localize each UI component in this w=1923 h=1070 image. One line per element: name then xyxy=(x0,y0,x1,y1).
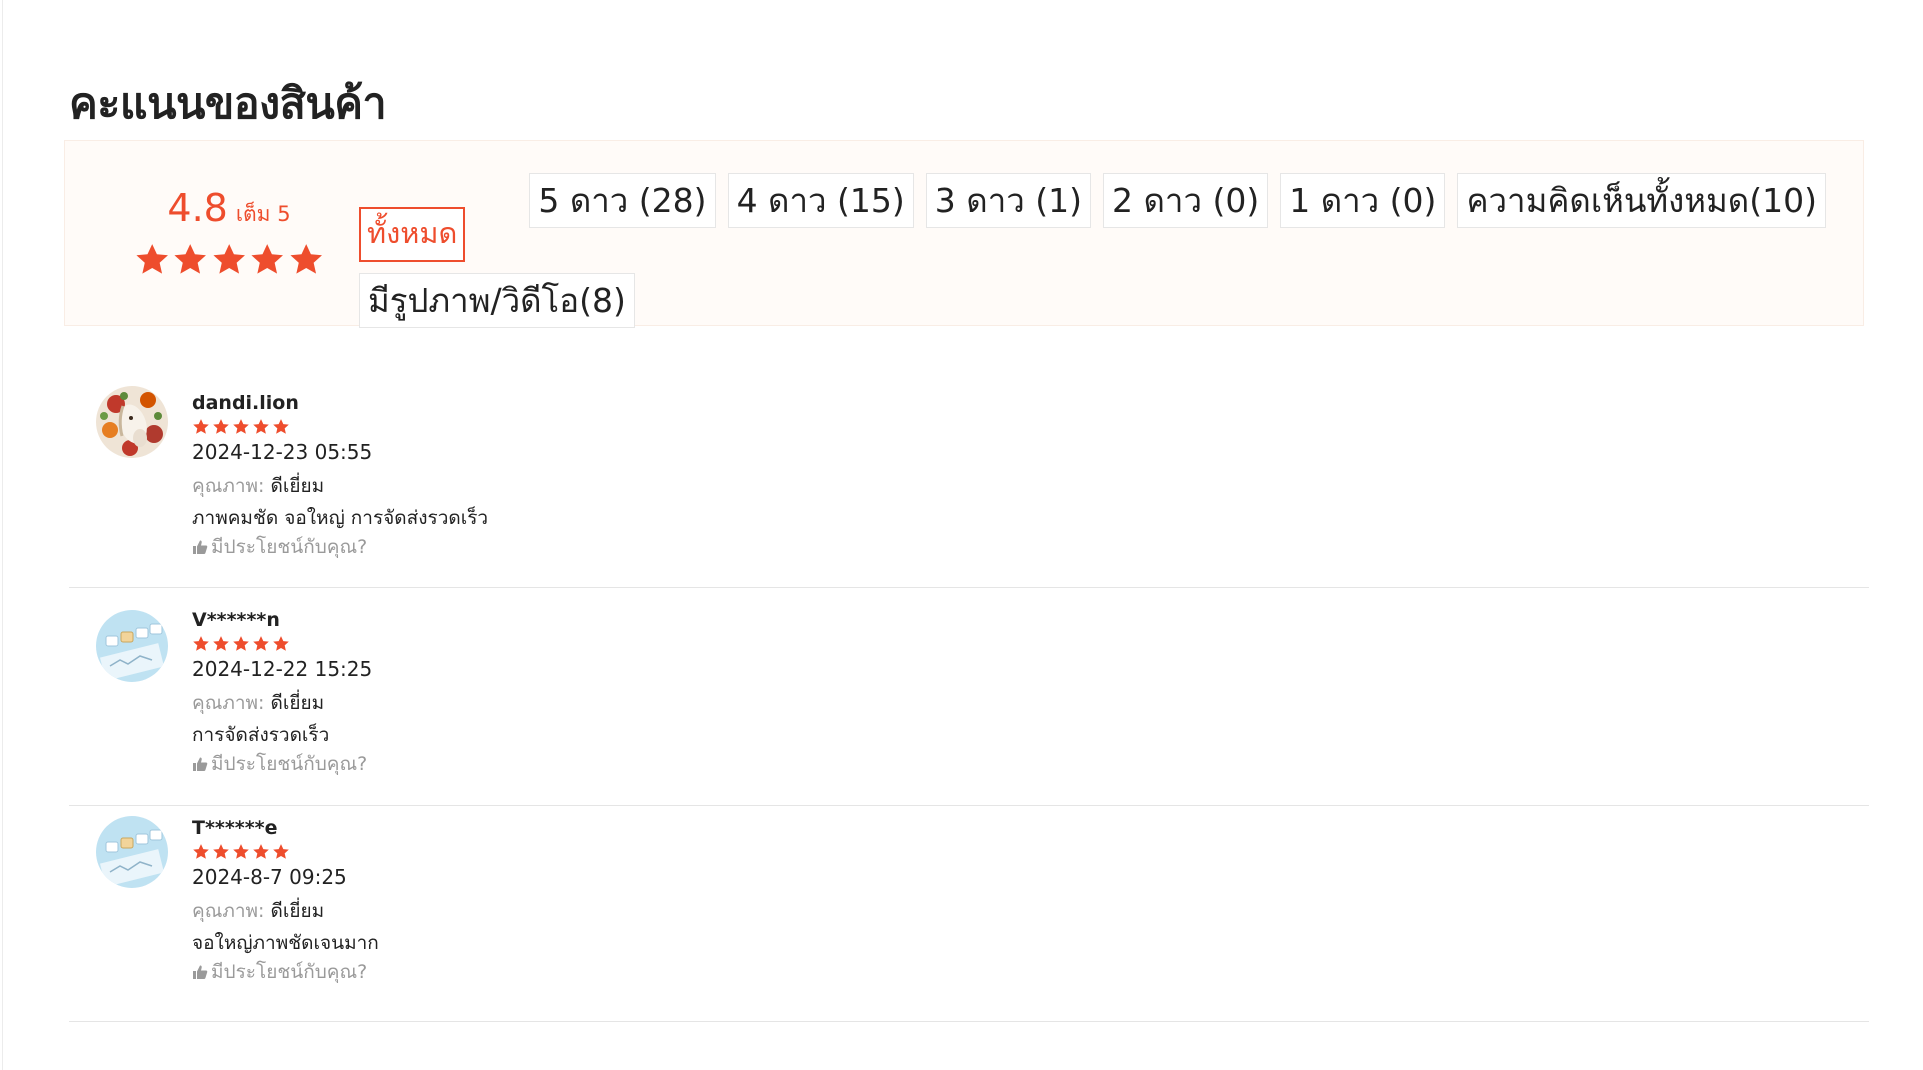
review-content: T******e 2024-8-7 09:25 คุณภาพ: ดีเยี่ยม… xyxy=(192,816,379,984)
keyboard-avatar-icon[interactable] xyxy=(96,816,168,888)
page-left-border xyxy=(2,0,3,1070)
star-icon xyxy=(193,419,209,434)
product-ratings-page: คะแนนของสินค้า 4.8 เต็ม 5 ทั้งหมด 5 ดาว (… xyxy=(0,0,1923,1070)
star-icon xyxy=(193,844,209,859)
thumbs-up-icon xyxy=(193,540,208,554)
helpful-label: มีประโยชน์กับคุณ? xyxy=(211,753,368,775)
section-title: คะแนนของสินค้า xyxy=(69,79,387,129)
helpful-button[interactable]: มีประโยชน์กับคุณ? xyxy=(192,960,379,984)
star-icon xyxy=(174,244,207,274)
star-icon xyxy=(233,844,249,859)
filter-3-star-button[interactable]: 3 ดาว (1) xyxy=(925,173,1091,228)
review-list: dandi.lion 2024-12-23 05:55 คุณภาพ: ดีเย… xyxy=(69,365,1869,1022)
review-text: การจัดส่งรวดเร็ว xyxy=(192,724,330,746)
star-icon xyxy=(253,419,269,434)
score-out-of: เต็ม 5 xyxy=(235,202,291,226)
horse-floral-avatar-icon[interactable] xyxy=(96,386,168,458)
overall-score: 4.8 เต็ม 5 xyxy=(134,185,324,279)
filter-4-star-button[interactable]: 4 ดาว (15) xyxy=(727,173,914,228)
star-icon xyxy=(193,636,209,651)
rating-filter-bar: ทั้งหมด 5 ดาว (28) 4 ดาว (15) 3 ดาว (1) … xyxy=(359,173,1839,328)
filter-5-star-button[interactable]: 5 ดาว (28) xyxy=(529,173,716,228)
review-item: T******e 2024-8-7 09:25 คุณภาพ: ดีเยี่ยม… xyxy=(69,806,1869,1022)
review-star-rating xyxy=(192,843,379,861)
overall-star-rating xyxy=(134,241,324,279)
filter-1-star-button[interactable]: 1 ดาว (0) xyxy=(1280,173,1446,228)
review-item: V******n 2024-12-22 15:25 คุณภาพ: ดีเยี่… xyxy=(69,588,1869,806)
star-icon xyxy=(290,244,322,274)
quality-line: คุณภาพ: ดีเยี่ยม xyxy=(192,691,372,715)
reviewer-name: dandi.lion xyxy=(192,392,299,414)
quality-line: คุณภาพ: ดีเยี่ยม xyxy=(192,899,379,923)
helpful-button[interactable]: มีประโยชน์กับคุณ? xyxy=(192,752,372,776)
quality-label: คุณภาพ: xyxy=(192,692,265,714)
filter-all-button[interactable]: ทั้งหมด xyxy=(359,207,466,262)
reviewer-name: V******n xyxy=(192,609,280,631)
helpful-button[interactable]: มีประโยชน์กับคุณ? xyxy=(192,535,488,559)
score-value: 4.8 xyxy=(167,186,228,230)
star-icon xyxy=(251,244,284,274)
star-icon xyxy=(136,244,168,274)
review-text: จอใหญ่ภาพชัดเจนมาก xyxy=(192,932,379,954)
thumbs-up-icon xyxy=(193,757,208,771)
star-icon xyxy=(213,636,229,651)
keyboard-avatar-icon[interactable] xyxy=(96,610,168,682)
star-icon xyxy=(213,844,229,859)
review-content: V******n 2024-12-22 15:25 คุณภาพ: ดีเยี่… xyxy=(192,608,372,776)
reviewer-name: T******e xyxy=(192,817,278,839)
filter-with-media-button[interactable]: มีรูปภาพ/วิดีโอ(8) xyxy=(359,273,635,328)
quality-value: ดีเยี่ยม xyxy=(270,900,325,922)
quality-value: ดีเยี่ยม xyxy=(270,692,325,714)
star-icon xyxy=(273,636,289,651)
quality-label: คุณภาพ: xyxy=(192,475,265,497)
star-icon xyxy=(273,844,289,859)
star-icon xyxy=(213,244,245,274)
review-item: dandi.lion 2024-12-23 05:55 คุณภาพ: ดีเย… xyxy=(69,365,1869,588)
filter-with-comments-button[interactable]: ความคิดเห็นทั้งหมด(10) xyxy=(1457,173,1826,228)
star-icon xyxy=(233,636,249,651)
star-icon xyxy=(273,419,289,434)
score-line: 4.8 เต็ม 5 xyxy=(134,185,324,239)
rating-summary-box: 4.8 เต็ม 5 ทั้งหมด 5 ดาว (28) 4 ดาว (15) … xyxy=(64,140,1864,328)
helpful-label: มีประโยชน์กับคุณ? xyxy=(211,961,368,983)
thumbs-up-icon xyxy=(193,965,208,979)
filter-2-star-button[interactable]: 2 ดาว (0) xyxy=(1103,173,1269,228)
review-star-rating xyxy=(192,418,488,436)
star-icon xyxy=(253,844,269,859)
review-star-rating xyxy=(192,635,372,653)
star-icon xyxy=(213,419,229,434)
star-icon xyxy=(253,636,269,651)
review-date: 2024-12-22 15:25 xyxy=(192,657,373,681)
review-content: dandi.lion 2024-12-23 05:55 คุณภาพ: ดีเย… xyxy=(192,391,488,559)
review-text: ภาพคมชัด จอใหญ่ การจัดส่งรวดเร็ว xyxy=(192,507,489,529)
quality-value: ดีเยี่ยม xyxy=(270,475,325,497)
quality-label: คุณภาพ: xyxy=(192,900,265,922)
helpful-label: มีประโยชน์กับคุณ? xyxy=(211,536,368,558)
quality-line: คุณภาพ: ดีเยี่ยม xyxy=(192,474,488,498)
review-date: 2024-12-23 05:55 xyxy=(192,440,373,464)
star-icon xyxy=(233,419,249,434)
review-date: 2024-8-7 09:25 xyxy=(192,865,347,889)
